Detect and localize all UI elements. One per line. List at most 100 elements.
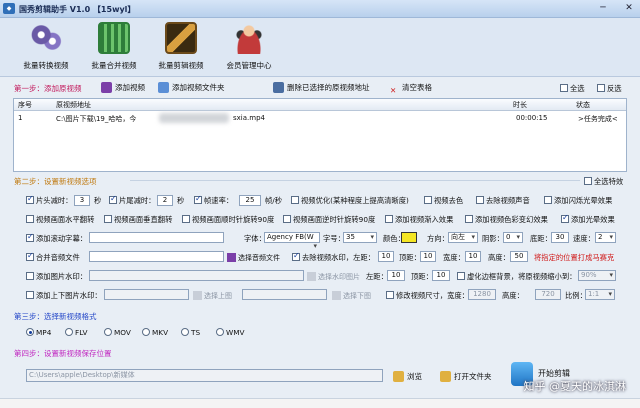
toolbar-merge-label: 批量合并视频: [91, 61, 137, 70]
direction-select[interactable]: 向左: [448, 232, 478, 243]
remove-audio-checkbox[interactable]: 去除视频声音: [476, 196, 530, 206]
format-wmv-label: WMV: [226, 328, 245, 337]
select-audio-button[interactable]: 选择音频文件: [227, 253, 280, 263]
toolbar-merge-button[interactable]: 批量合并视频: [86, 22, 142, 71]
toolbar-members-label: 会员管理中心: [226, 61, 272, 70]
frame-rate-checkbox[interactable]: 帧速率：: [194, 194, 233, 206]
video-table[interactable]: 序号 原视频地址 时长 状态 1 C:\图片下载\19_哈哈，今 sxia.mp…: [13, 98, 627, 172]
window-title: 国秀剪辑助手 V1.0 【15wyl】: [19, 5, 136, 14]
hflip-checkbox[interactable]: 视频画面水平翻转: [26, 215, 94, 225]
subtitle-input[interactable]: [89, 232, 224, 243]
height-label: 高度：: [502, 291, 524, 300]
decolor-label: 视频去色: [434, 196, 464, 205]
ratio-select[interactable]: 1:1: [585, 289, 615, 300]
clear-list-button[interactable]: ✕ 清空表格: [390, 82, 432, 97]
head-cut-checkbox[interactable]: 片头减时：: [26, 194, 72, 206]
shadow-select[interactable]: 0: [503, 232, 523, 243]
film-scissors-icon: [165, 22, 197, 54]
add-video-icon: [101, 82, 112, 93]
fade-in-checkbox[interactable]: 添加视频渐入效果: [385, 215, 453, 225]
speed-select[interactable]: 2: [595, 232, 616, 243]
bottom-image-input[interactable]: [242, 289, 327, 300]
minimize-button[interactable]: ─: [596, 3, 610, 14]
add-folder-button[interactable]: 添加视频文件夹: [158, 82, 225, 93]
size-select[interactable]: 35: [343, 232, 377, 243]
wm-top-input[interactable]: 10: [420, 251, 436, 262]
merge-audio-checkbox[interactable]: 合并音频文件: [26, 251, 80, 263]
select-all-effects-checkbox[interactable]: 全选特效: [584, 177, 623, 187]
resize-checkbox[interactable]: 修改视频尺寸，宽度：: [386, 291, 469, 301]
tail-cut-checkbox[interactable]: 片尾减时：: [109, 194, 155, 206]
row-path-start: C:\图片下载\19_哈哈，今: [56, 115, 137, 123]
rotate-cw-checkbox[interactable]: 视频画面顺时针旋转90度: [182, 215, 274, 225]
wm-width-input[interactable]: 10: [465, 251, 481, 262]
select-bottom-image-button[interactable]: 选择下图: [332, 291, 371, 301]
merge-audio-label: 合并音频文件: [36, 253, 80, 262]
tail-cut-input[interactable]: 2: [157, 195, 173, 206]
format-mov-radio[interactable]: MOV: [104, 328, 131, 337]
head-cut-input[interactable]: 3: [74, 195, 90, 206]
optimize-checkbox[interactable]: 视频优化(某种程度上提高清晰度): [291, 196, 409, 206]
light-checkbox[interactable]: 添加光晕效果: [561, 213, 615, 225]
invert-selection-checkbox[interactable]: 反选: [597, 84, 622, 94]
select-top-image-button[interactable]: 选择上图: [193, 291, 232, 301]
subtitle-label: 添加滚动字幕：: [36, 234, 88, 243]
folder-icon: [393, 371, 404, 382]
add-video-button[interactable]: 添加视频: [101, 82, 145, 93]
format-flv-radio[interactable]: FLV: [65, 328, 87, 337]
format-mp4-label: MP4: [36, 328, 52, 337]
format-mkv-radio[interactable]: MKV: [142, 328, 168, 337]
subtitle-checkbox[interactable]: 添加滚动字幕：: [26, 232, 88, 244]
select-watermark-image-button[interactable]: 选择水印图片: [307, 272, 360, 282]
top-image-input[interactable]: [104, 289, 189, 300]
format-wmv-radio[interactable]: WMV: [216, 328, 245, 337]
close-button[interactable]: ✕: [622, 3, 636, 14]
hflip-label: 视频画面水平翻转: [36, 215, 95, 224]
image-watermark-input[interactable]: [89, 270, 304, 281]
wm-left-input[interactable]: 10: [378, 251, 394, 262]
color-change-checkbox[interactable]: 添加视频色彩变幻效果: [465, 215, 548, 225]
font-select[interactable]: Agency FB(W: [264, 232, 320, 243]
add-folder-icon: [158, 82, 169, 93]
browse-button[interactable]: 浏览: [393, 371, 422, 382]
image-watermark-checkbox[interactable]: 添加图片水印：: [26, 272, 87, 282]
wm-height-input[interactable]: 50: [510, 251, 528, 262]
color-swatch[interactable]: [401, 232, 417, 243]
select-all-effects-label: 全选特效: [594, 177, 624, 186]
font-label: 字体：: [244, 234, 266, 243]
shadow-label: 阴影：: [482, 234, 504, 243]
redacted-path: [159, 113, 229, 123]
table-row[interactable]: 1 C:\图片下载\19_哈哈，今 sxia.mp4 00:00:15 >任务完…: [14, 111, 626, 123]
frame-rate-input[interactable]: 25: [239, 195, 261, 206]
remove-watermark-checkbox[interactable]: 去除视频水印，左距：: [292, 251, 375, 263]
image-top-input[interactable]: 10: [432, 270, 450, 281]
format-mp4-radio[interactable]: MP4: [26, 328, 51, 337]
height-input[interactable]: 720: [535, 289, 561, 300]
scale-select[interactable]: 90%: [578, 270, 616, 281]
format-ts-radio[interactable]: TS: [181, 328, 200, 337]
delete-selected-label: 删除已选择的原视频地址: [287, 83, 370, 92]
wm-top-label: 顶距：: [399, 253, 421, 262]
decolor-checkbox[interactable]: 视频去色: [424, 196, 463, 206]
col-path: 原视频地址: [56, 101, 91, 109]
flash-checkbox[interactable]: 添加闪烁光晕效果: [544, 196, 612, 206]
rotate-ccw-checkbox[interactable]: 视频画面逆时针旋转90度: [283, 215, 375, 225]
col-index: 序号: [18, 101, 32, 109]
cover-image-checkbox[interactable]: 添加上下图片水印：: [26, 291, 102, 301]
toolbar-convert-button[interactable]: 批量转换视频: [18, 22, 74, 71]
head-cut-unit: 秒: [94, 196, 102, 205]
width-input[interactable]: 1280: [468, 289, 496, 300]
row-duration: 00:00:15: [516, 114, 548, 122]
merge-audio-input[interactable]: [89, 251, 224, 262]
col-duration: 时长: [513, 101, 527, 109]
open-folder-button[interactable]: 打开文件夹: [440, 371, 492, 382]
image-left-input[interactable]: 10: [387, 270, 405, 281]
toolbar-edit-button[interactable]: 批量剪辑视频: [153, 22, 209, 71]
blur-border-checkbox[interactable]: 虚化边框背景，将原视频缩小到：: [457, 272, 576, 282]
toolbar-members-button[interactable]: 会员管理中心: [221, 22, 277, 71]
delete-selected-button[interactable]: 删除已选择的原视频地址: [273, 82, 370, 93]
bottom-input[interactable]: 30: [551, 232, 569, 243]
select-all-checkbox[interactable]: 全选: [560, 84, 585, 94]
vflip-checkbox[interactable]: 视频画面垂直翻转: [104, 215, 172, 225]
save-path-input[interactable]: C:\Users\apple\Desktop\新媒体: [26, 369, 383, 382]
